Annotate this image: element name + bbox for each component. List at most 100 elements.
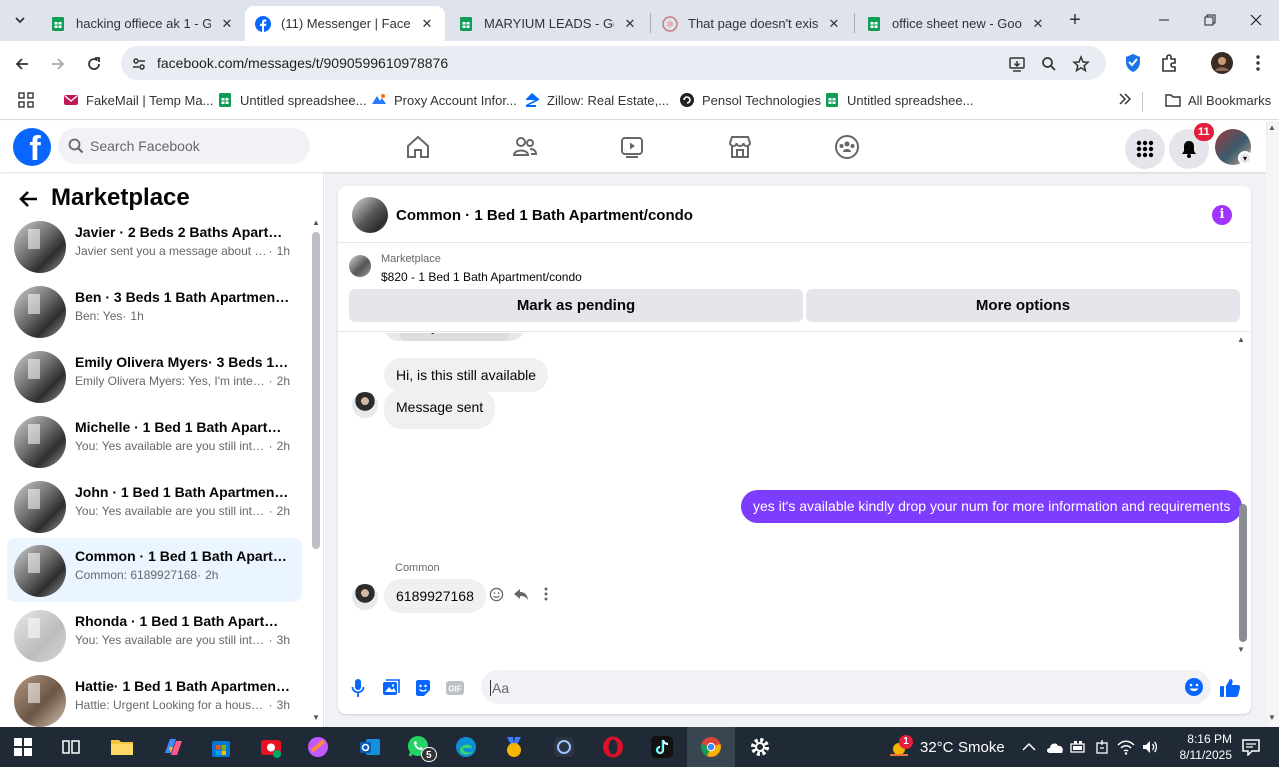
scroll-up-arrow-icon[interactable]: ▲ [1268,123,1276,132]
profile-avatar-icon[interactable] [1211,52,1233,74]
conversation-item-rhonda[interactable]: Rhonda · 1 Bed 1 Bath Apartment/condo Yo… [7,603,302,667]
message-bubble-outgoing[interactable]: yes it's available kindly drop your num … [741,490,1243,523]
thumbs-up-icon[interactable] [1219,677,1241,699]
reload-button[interactable] [81,51,107,77]
sticker-icon[interactable] [412,677,434,699]
gif-icon[interactable]: GIF [444,677,466,699]
scroll-down-arrow-icon[interactable]: ▼ [312,713,320,722]
forward-button[interactable] [45,51,71,77]
facebook-logo[interactable]: f [13,128,51,166]
emoji-icon[interactable] [1184,677,1204,702]
chevron-down-icon[interactable]: ▾ [1238,151,1252,165]
edge-button[interactable] [451,732,481,762]
show-hidden-icons-button[interactable] [1016,732,1042,762]
bookmark-untitled-spreadsheet-1[interactable]: Untitled spreadshee... [217,92,366,108]
message-bubble-incoming[interactable]: Hi, is this still available [384,358,549,392]
site-settings-icon[interactable] [129,54,149,74]
chat-scrollbar[interactable] [1239,504,1247,642]
close-tab-icon[interactable]: ✕ [826,16,842,32]
extensions-puzzle-icon[interactable] [1158,52,1180,74]
back-button[interactable] [17,187,41,211]
tiktok-button[interactable] [647,732,677,762]
conversation-item-ben[interactable]: Ben · 3 Beds 1 Bath Apartment/condo Ben:… [7,279,302,343]
notification-center-button[interactable] [1236,732,1266,762]
outlook-button[interactable] [355,732,385,762]
more-actions-icon[interactable] [536,584,556,604]
conversation-item-john[interactable]: John · 1 Bed 1 Bath Apartment/condo You:… [7,474,302,538]
message-bubble-incoming[interactable]: Message sent [384,389,496,429]
volume-icon[interactable] [1138,732,1162,762]
tab-search-button[interactable] [8,8,32,32]
close-tab-icon[interactable]: ✕ [1030,16,1046,32]
copilot-button[interactable] [158,732,188,762]
scroll-up-arrow-icon[interactable]: ▲ [1237,335,1245,344]
nav-home[interactable] [404,133,432,161]
back-button[interactable] [9,51,35,77]
close-tab-icon[interactable]: ✕ [622,16,638,32]
battery-icon[interactable] [1066,732,1090,762]
conversation-item-emily[interactable]: Emily Olivera Myers· 3 Beds 1 Bath Emily… [7,344,302,408]
usb-device-icon[interactable] [1090,732,1114,762]
start-button[interactable] [8,732,38,762]
minimize-button[interactable] [1141,6,1187,34]
menu-button[interactable] [1125,129,1165,169]
close-tab-icon[interactable]: ✕ [419,16,435,32]
buyer-details-card[interactable]: Buyer details [384,333,525,341]
tab-hacking-office[interactable]: hacking offiece ak 1 - Go ✕ [40,6,245,41]
listing-thumbnail[interactable] [349,255,371,277]
new-tab-button[interactable]: + [1065,10,1085,30]
chrome-menu-icon[interactable] [1247,52,1269,74]
install-app-icon[interactable] [1007,54,1027,74]
nav-friends[interactable] [511,133,539,161]
conversation-item-common[interactable]: Common · 1 Bed 1 Bath Apartment/condo Co… [7,538,302,602]
conversation-item-javier[interactable]: Javier · 2 Beds 2 Baths Apartment/condo … [7,214,302,278]
sender-avatar[interactable] [352,584,378,610]
message-input[interactable]: Aa [481,670,1211,704]
info-icon[interactable]: i [1212,205,1232,225]
more-options-button[interactable]: More options [806,289,1240,322]
settings-button[interactable] [745,732,775,762]
file-explorer-button[interactable] [107,732,137,762]
tab-page-not-exist[interactable]: That page doesn't exist ( ✕ [652,6,852,41]
bookmark-zillow[interactable]: Zillow: Real Estate,... [524,92,669,108]
mark-as-pending-button[interactable]: Mark as pending [349,289,803,322]
reply-icon[interactable] [511,584,531,604]
close-window-button[interactable] [1233,6,1279,34]
tab-messenger[interactable]: (11) Messenger | Facebook ✕ [245,6,445,41]
nav-marketplace[interactable] [726,133,754,161]
bookmarks-overflow-button[interactable] [1118,92,1132,106]
zoom-icon[interactable] [1039,54,1059,74]
close-tab-icon[interactable]: ✕ [219,16,235,32]
conversation-item-hattie[interactable]: Hattie· 1 Bed 1 Bath Apartment/condo Hat… [7,668,302,727]
microphone-icon[interactable] [347,677,369,699]
bookmark-proxy-account[interactable]: Proxy Account Infor... [371,92,517,108]
chrome-button[interactable] [687,727,735,767]
camera-app-button[interactable] [256,732,286,762]
wifi-icon[interactable] [1114,732,1138,762]
temperature[interactable]: 32°C [920,739,954,756]
all-bookmarks-button[interactable]: All Bookmarks [1165,92,1271,108]
scroll-up-arrow-icon[interactable]: ▲ [312,218,320,227]
shield-extension-icon[interactable] [1122,52,1144,74]
bookmark-untitled-spreadsheet-2[interactable]: Untitled spreadshee... [824,92,973,108]
page-scrollbar[interactable]: ▲ ▼ [1266,121,1279,727]
app-button-dark[interactable] [549,732,579,762]
scroll-down-arrow-icon[interactable]: ▼ [1237,645,1245,654]
sidebar-scrollbar[interactable] [312,232,320,549]
bookmark-star-icon[interactable] [1071,54,1091,74]
chat-title[interactable]: Common · 1 Bed 1 Bath Apartment/condo [396,207,693,224]
listing-price[interactable]: $820 - 1 Bed 1 Bath Apartment/condo [381,270,582,284]
nav-groups[interactable] [833,133,861,161]
opera-button[interactable] [598,732,628,762]
medal-app-button[interactable] [499,732,529,762]
weather-condition[interactable]: Smoke [958,739,1005,756]
sender-avatar[interactable] [352,392,378,418]
restore-button[interactable] [1187,6,1233,34]
tab-maryium-leads[interactable]: MARYIUM LEADS - Goog ✕ [448,6,648,41]
tab-office-sheet[interactable]: office sheet new - Google ✕ [856,6,1056,41]
bookmark-pensol[interactable]: Pensol Technologies [679,92,821,108]
address-bar[interactable]: facebook.com/messages/t/9090599610978876 [121,46,1106,80]
system-clock[interactable]: 8:16 PM 8/11/2025 [1162,731,1233,763]
chat-avatar[interactable] [352,197,388,233]
nav-video[interactable] [618,133,646,161]
